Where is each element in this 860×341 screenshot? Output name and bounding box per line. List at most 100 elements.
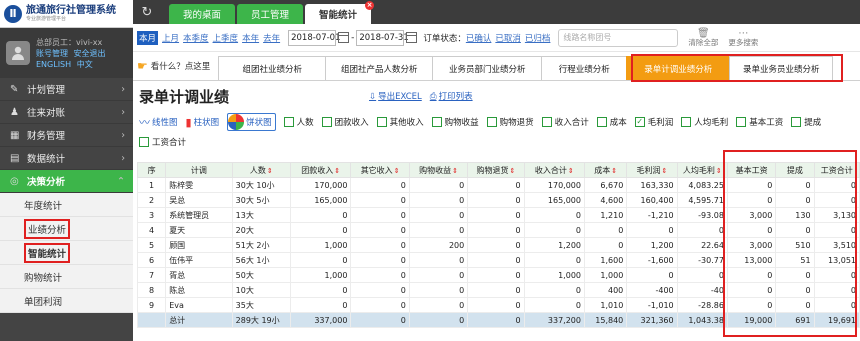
date-to-input[interactable]: 2018-07-31 [356, 29, 409, 46]
close-icon[interactable]: × [365, 1, 375, 10]
tab-salesman-performance[interactable]: 录单业务员业绩分析 [729, 56, 834, 80]
chevron-right-icon: › [121, 83, 125, 95]
sort-icon[interactable]: ⇕ [394, 167, 400, 175]
toggle-shop-income[interactable]: 购物收益 [431, 116, 479, 128]
status-archived[interactable]: 已归档 [525, 32, 551, 44]
sort-icon[interactable]: ⇕ [662, 167, 668, 175]
sort-icon[interactable]: ⇕ [267, 167, 273, 175]
english-link[interactable]: ENGLISH [36, 60, 71, 69]
period-this-quarter[interactable]: 本季度 [183, 32, 209, 44]
target-icon: ◎ [10, 175, 19, 187]
sidebar-item-decision[interactable]: ◎ 决策分析 ⌃ [0, 170, 133, 193]
sort-icon[interactable]: ⇕ [452, 167, 458, 175]
toggle-income-total[interactable]: 收入合计 [541, 116, 589, 128]
sidebar-item-reconcile[interactable]: ♟ 往来对账 › [0, 101, 133, 124]
period-last-year[interactable]: 去年 [263, 32, 280, 44]
sort-icon[interactable]: ⇕ [611, 167, 617, 175]
sidebar-item-plan[interactable]: ✎ 计划管理 › [0, 78, 133, 101]
sort-icon[interactable]: ⇕ [716, 167, 722, 175]
sort-icon[interactable]: ⇕ [509, 167, 515, 175]
more-search-button[interactable]: ⋯ 更多搜索 [728, 28, 758, 47]
toggle-tour-income[interactable]: 团款收入 [321, 116, 369, 128]
line-chart-button[interactable]: 〰线性图 [139, 114, 178, 130]
period-last-month[interactable]: 上月 [162, 32, 179, 44]
tab-salesman-dept[interactable]: 业务员部门业绩分析 [432, 56, 543, 80]
toggle-cost[interactable]: 成本 [596, 116, 627, 128]
export-excel-button[interactable]: ⇩ 导出EXCEL [369, 90, 422, 102]
status-cancelled[interactable]: 已取消 [495, 32, 521, 44]
date-from-input[interactable]: 2018-07-01 [288, 29, 341, 46]
sidebar-subitem-annual[interactable]: 年度统计 [0, 193, 133, 217]
checkbox[interactable] [486, 117, 497, 127]
chinese-link[interactable]: 中文 [77, 60, 93, 69]
column-header[interactable]: 成本⇕ [583, 162, 628, 178]
calendar-icon[interactable] [406, 32, 418, 43]
help-link[interactable]: ☛ 看什么？点这里 [137, 59, 210, 73]
sidebar-item-finance[interactable]: ▦ 财务管理 › [0, 124, 133, 147]
period-this-year[interactable]: 本年 [242, 32, 259, 44]
pie-chart-button[interactable]: 饼状图 [227, 113, 276, 131]
checkbox-checked[interactable]: ✓ [634, 117, 645, 127]
period-last-quarter[interactable]: 上季度 [213, 32, 239, 44]
toggle-shop-return[interactable]: 购物退货 [486, 116, 534, 128]
bar-chart-button[interactable]: ▮ 柱状图 [186, 116, 220, 129]
checkbox[interactable] [321, 117, 332, 127]
sidebar-subitem-performance[interactable]: 业绩分析 [0, 217, 133, 241]
sidebar-subitem-smart[interactable]: 智能统计 [0, 241, 133, 265]
toggle-people[interactable]: 人数 [283, 116, 314, 128]
status-confirmed[interactable]: 已确认 [466, 32, 492, 44]
column-header[interactable]: 人均毛利⇕ [676, 162, 728, 178]
title-row: 录单计调业绩 ⇩ 导出EXCEL ⎙ 打印列表 [133, 81, 860, 111]
toggle-base-salary[interactable]: 基本工资 [736, 116, 783, 128]
period-this-month[interactable]: 本月 [137, 30, 159, 45]
column-header[interactable]: 购物收益⇕ [408, 162, 469, 178]
sidebar-item-stats[interactable]: ▤ 数据统计 › [0, 147, 133, 170]
tab-staff[interactable]: 员工管理 [237, 4, 304, 24]
account-link[interactable]: 账号管理 [36, 49, 68, 58]
sidebar-subitem-profit[interactable]: 单团利润 [0, 289, 133, 313]
sort-icon[interactable]: ⇕ [334, 167, 340, 175]
sort-icon[interactable]: ⇕ [568, 167, 574, 175]
table-cell: 0 [408, 297, 469, 313]
column-header[interactable]: 人数⇕ [231, 162, 292, 178]
tab-operator-performance[interactable]: 录单计调业绩分析 [626, 56, 731, 80]
tab-itinerary[interactable]: 行程业绩分析 [541, 56, 628, 80]
toggle-salary-total[interactable]: 工资合计 [139, 136, 186, 148]
column-header[interactable]: 收入合计⇕ [523, 162, 586, 178]
toggle-label: 工资合计 [152, 138, 187, 148]
checkbox[interactable] [139, 137, 149, 147]
column-header[interactable]: 其它收入⇕ [350, 162, 410, 178]
tab-agency-product[interactable]: 组团社产品人数分析 [325, 56, 434, 80]
table-cell: 0 [350, 267, 410, 283]
line-chart-icon: 〰 [139, 116, 150, 129]
checkbox[interactable] [791, 117, 802, 127]
toggle-other-income[interactable]: 其他收入 [376, 116, 424, 128]
chevron-right-icon: › [121, 106, 125, 118]
checkbox[interactable] [736, 117, 747, 127]
calendar-icon[interactable] [338, 32, 350, 43]
avatar[interactable] [6, 41, 30, 65]
tab-agency-performance[interactable]: 组团社业绩分析 [218, 56, 327, 80]
sidebar-subitem-shopping[interactable]: 购物统计 [0, 265, 133, 289]
refresh-icon[interactable]: ↻ [137, 2, 157, 22]
checkbox[interactable] [541, 117, 552, 127]
print-button[interactable]: ⎙ 打印列表 [430, 90, 473, 102]
column-header[interactable]: 购物退货⇕ [467, 162, 525, 178]
column-header[interactable]: 毛利润⇕ [626, 162, 678, 178]
checkbox[interactable] [596, 117, 607, 127]
toggle-avg-profit[interactable]: 人均毛利 [681, 116, 728, 128]
toggle-gross-profit[interactable]: ✓ 毛利润 [634, 116, 673, 128]
logout-link[interactable]: 安全退出 [74, 49, 106, 58]
table-cell: 0 [350, 192, 410, 208]
tab-smart-stats[interactable]: 智能统计 × [305, 1, 375, 24]
checkbox[interactable] [376, 117, 387, 127]
clear-all-button[interactable]: 🗑 清除全部 [688, 28, 718, 47]
toggle-commission[interactable]: 提成 [791, 116, 821, 128]
column-header[interactable]: 团款收入⇕ [290, 162, 352, 178]
tab-desktop[interactable]: 我的桌面 [169, 4, 236, 24]
table-cell: 0 [726, 297, 777, 313]
checkbox[interactable] [283, 117, 294, 127]
search-input[interactable]: 线路名称团号 [558, 28, 679, 47]
checkbox[interactable] [431, 117, 442, 127]
checkbox[interactable] [681, 117, 692, 127]
